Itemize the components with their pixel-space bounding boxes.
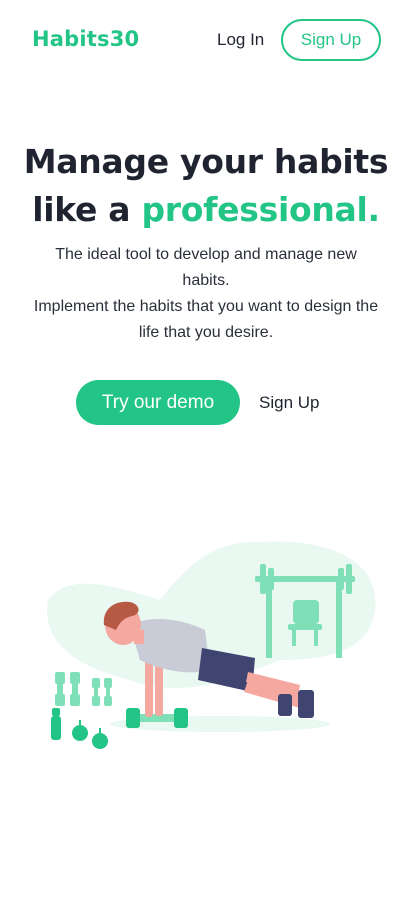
top-navbar: Habits30 Log In Sign Up: [0, 0, 412, 82]
hero-section: Manage your habits like a professional. …: [0, 138, 412, 346]
subtitle-line-1: The ideal tool to develop and manage new…: [55, 246, 357, 289]
hero-headline: Manage your habits like a professional.: [0, 138, 412, 234]
water-bottle-icon: [51, 708, 61, 740]
header-signup-button[interactable]: Sign Up: [281, 19, 381, 61]
dumbbells-icon: [55, 672, 112, 706]
hero-signup-link[interactable]: Sign Up: [259, 393, 319, 413]
headline-line-1: Manage your habits: [23, 142, 389, 181]
login-link[interactable]: Log In: [217, 30, 264, 50]
try-demo-button[interactable]: Try our demo: [76, 380, 240, 425]
headline-line-2: like a professional.: [0, 186, 412, 234]
apple-icon: [72, 720, 108, 749]
subtitle-line-2: Implement the habits that you want to de…: [33, 298, 379, 341]
headline-prefix: like a: [32, 190, 142, 229]
hero-subtitle: The ideal tool to develop and manage new…: [31, 242, 381, 346]
brand-logo[interactable]: Habits30: [32, 27, 139, 51]
headline-accent: professional.: [141, 190, 380, 229]
workout-illustration: [47, 541, 376, 749]
